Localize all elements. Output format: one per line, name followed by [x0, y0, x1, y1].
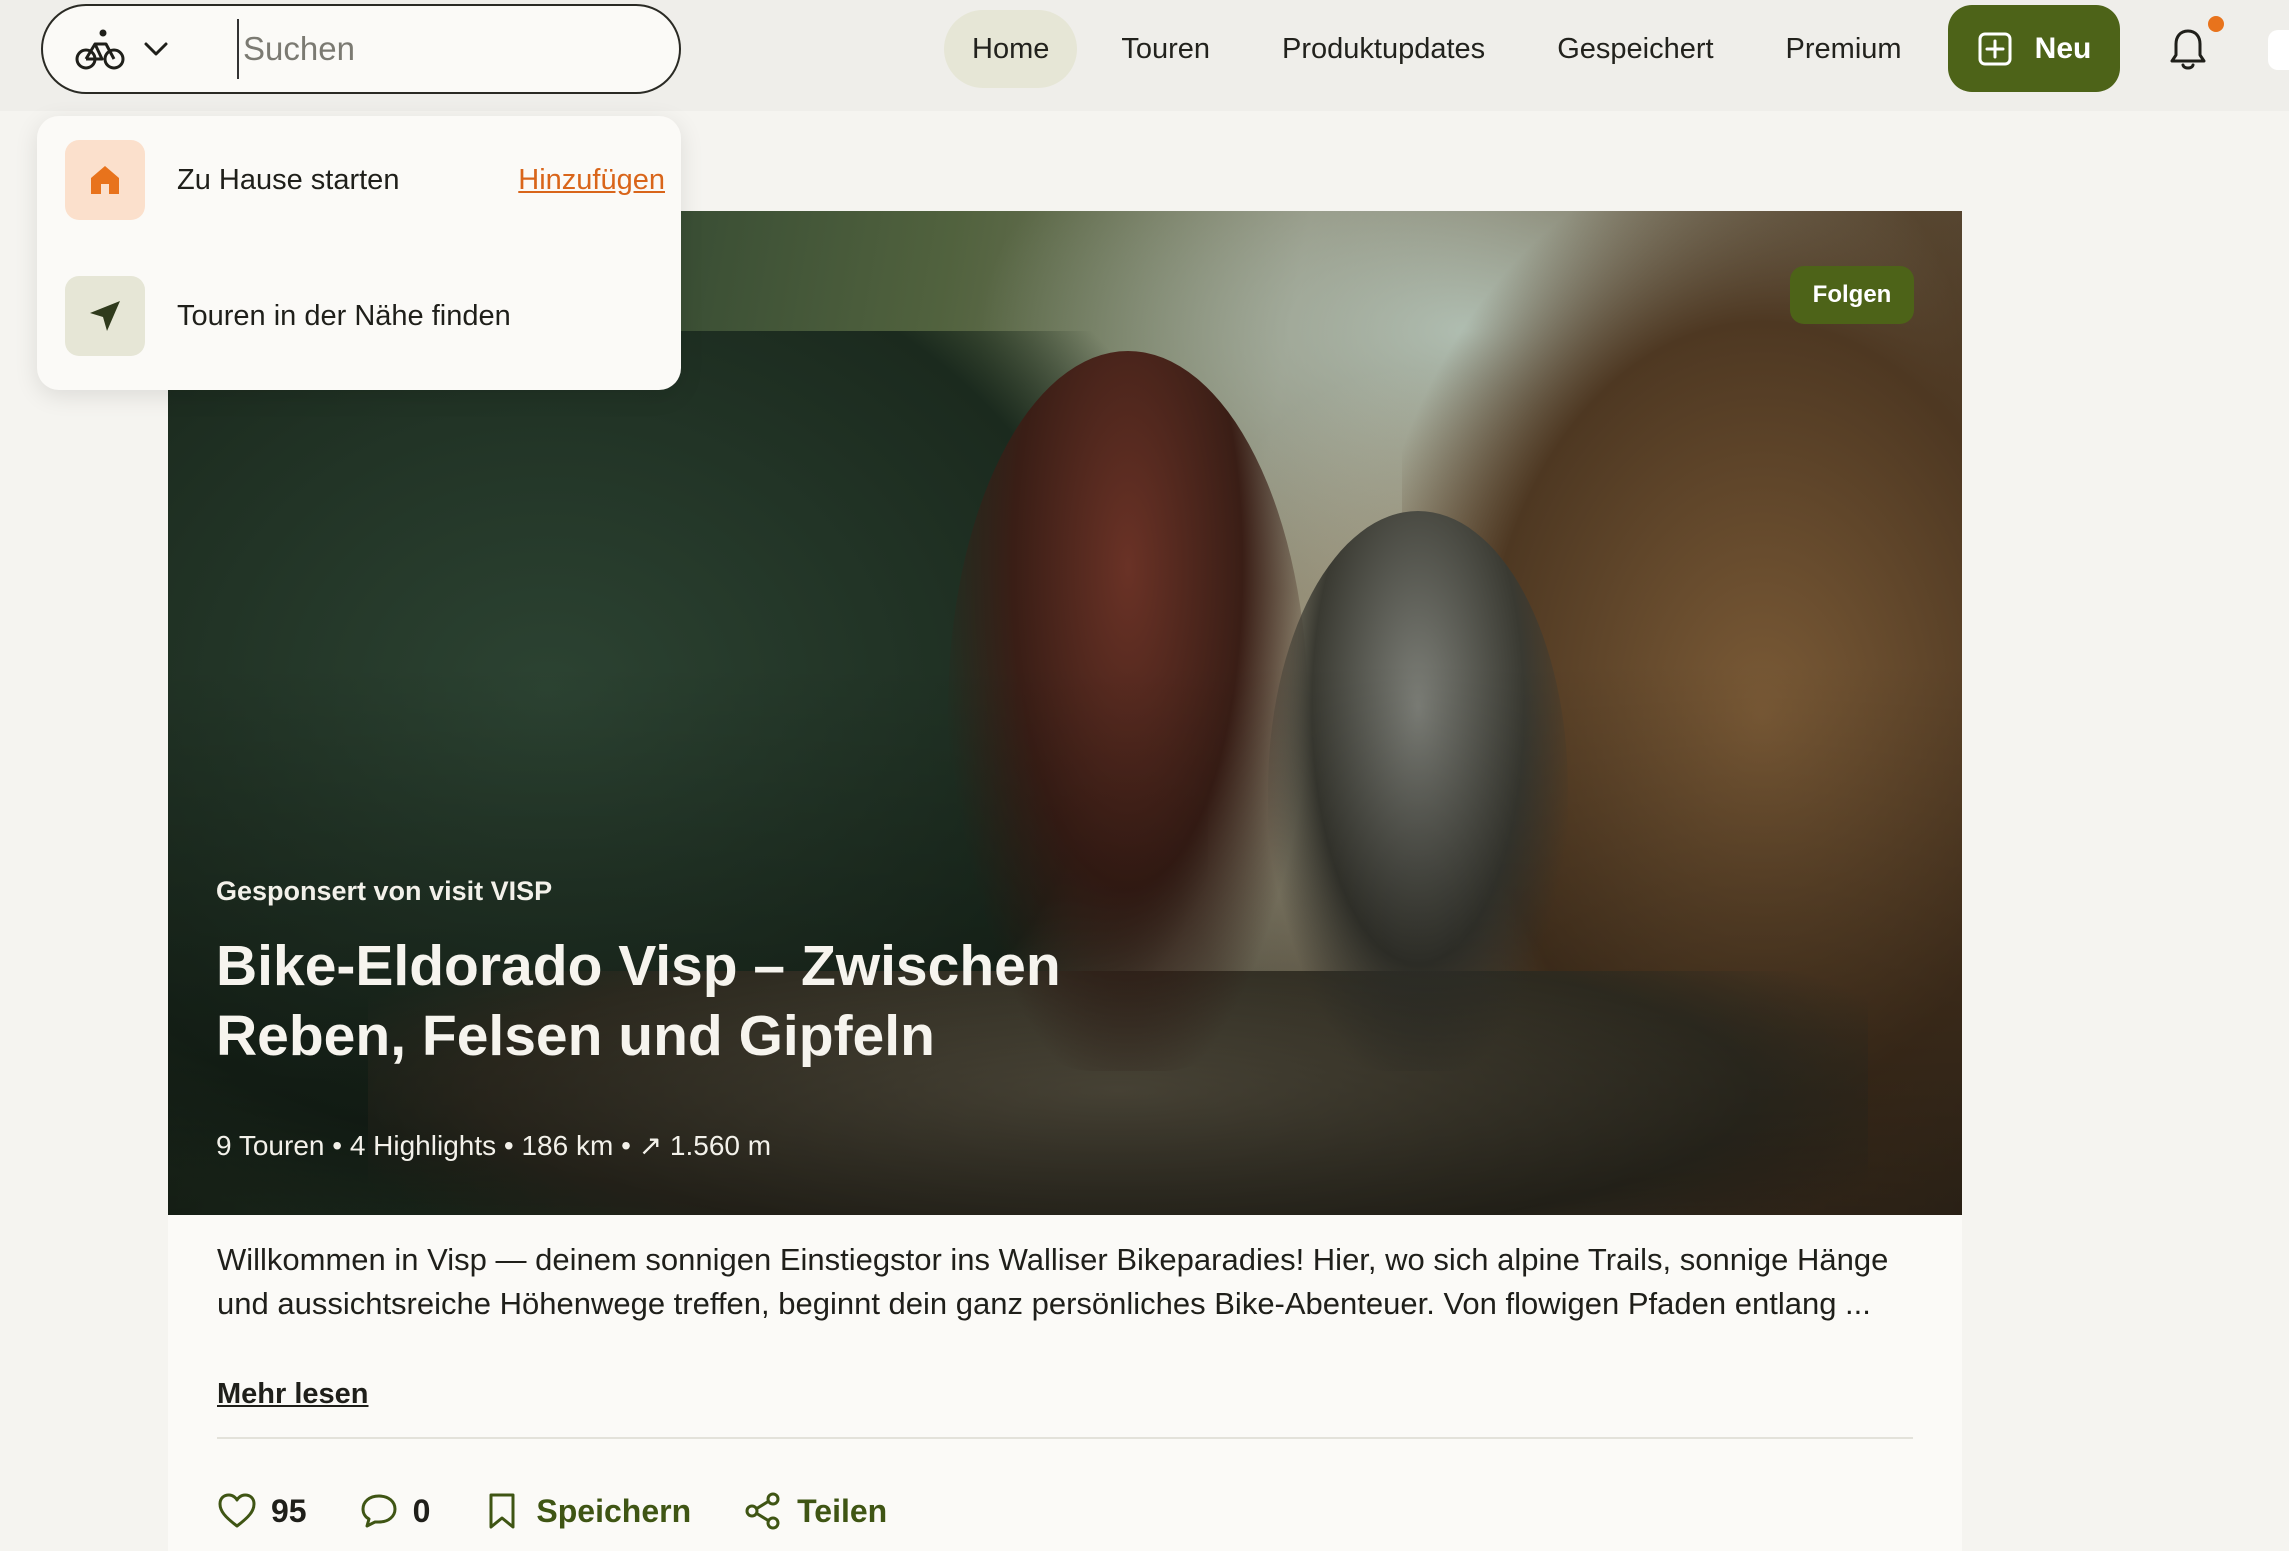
nav-item-premium[interactable]: Premium: [1758, 10, 1930, 88]
comment-icon: [361, 1494, 397, 1528]
follow-button[interactable]: Folgen: [1790, 266, 1914, 324]
avatar[interactable]: [2268, 30, 2289, 70]
bike-icon: [75, 29, 125, 70]
bell-icon[interactable]: [2167, 26, 2209, 72]
share-button[interactable]: Teilen: [743, 1491, 887, 1531]
home-icon: [91, 166, 119, 194]
new-button-label: Neu: [2034, 31, 2092, 65]
nav-item-touren[interactable]: Touren: [1093, 10, 1238, 88]
notification-dot: [2208, 16, 2224, 32]
save-label: Speichern: [536, 1492, 692, 1529]
search-bar[interactable]: [41, 4, 681, 94]
sponsored-post-card: Folgen Gesponsert von visit VISP Bike-El…: [168, 211, 1962, 1551]
sport-type-selector[interactable]: [75, 19, 225, 79]
add-home-link[interactable]: Hinzufügen: [518, 164, 665, 197]
search-suggestions-dropdown: Zu Hause starten Hinzufügen Touren in de…: [37, 116, 681, 390]
bookmark-icon: [489, 1493, 515, 1529]
navigation-arrow-icon: [90, 301, 120, 331]
plus-square-icon: [1978, 32, 2012, 65]
suggestion-start-home-label: Zu Hause starten: [177, 163, 400, 196]
sponsor-label: Gesponsert von visit VISP: [216, 876, 553, 906]
post-actions: 95 0 Speichern Teilen: [217, 1481, 939, 1541]
suggestion-start-home[interactable]: Zu Hause starten Hinzufügen: [65, 140, 665, 220]
nav-item-home[interactable]: Home: [944, 10, 1078, 88]
new-button[interactable]: Neu: [1948, 5, 2120, 92]
chevron-down-icon: [144, 42, 168, 56]
like-button[interactable]: 95: [217, 1491, 307, 1531]
main-nav: Home Touren Produktupdates Gespeichert P…: [944, 10, 1946, 88]
heart-icon: [218, 1493, 256, 1528]
share-icon: [745, 1492, 780, 1530]
suggestion-nearby-tours[interactable]: Touren in der Nähe finden: [65, 276, 665, 356]
nav-item-gespeichert[interactable]: Gespeichert: [1529, 10, 1741, 88]
search-input[interactable]: [237, 19, 657, 79]
post-title[interactable]: Bike-Eldorado Visp – Zwischen Reben, Fel…: [216, 931, 1216, 1071]
post-description: Willkommen in Visp — deinem sonnigen Ein…: [217, 1242, 1889, 1321]
comment-count: 0: [412, 1492, 431, 1529]
share-label: Teilen: [797, 1492, 888, 1529]
comment-button[interactable]: 0: [359, 1491, 431, 1531]
like-count: 95: [271, 1492, 307, 1529]
suggestion-nearby-tours-label: Touren in der Nähe finden: [177, 299, 511, 332]
top-bar: Home Touren Produktupdates Gespeichert P…: [0, 0, 2289, 111]
nav-item-produktupdates[interactable]: Produktupdates: [1254, 10, 1513, 88]
divider: [217, 1437, 1913, 1439]
home-icon-box: [65, 140, 145, 220]
read-more-link[interactable]: Mehr lesen: [217, 1378, 369, 1411]
collection-stats: 9 Touren • 4 Highlights • 186 km • ↗ 1.5…: [216, 1130, 772, 1161]
location-icon-box: [65, 276, 145, 356]
save-button[interactable]: Speichern: [482, 1491, 691, 1531]
